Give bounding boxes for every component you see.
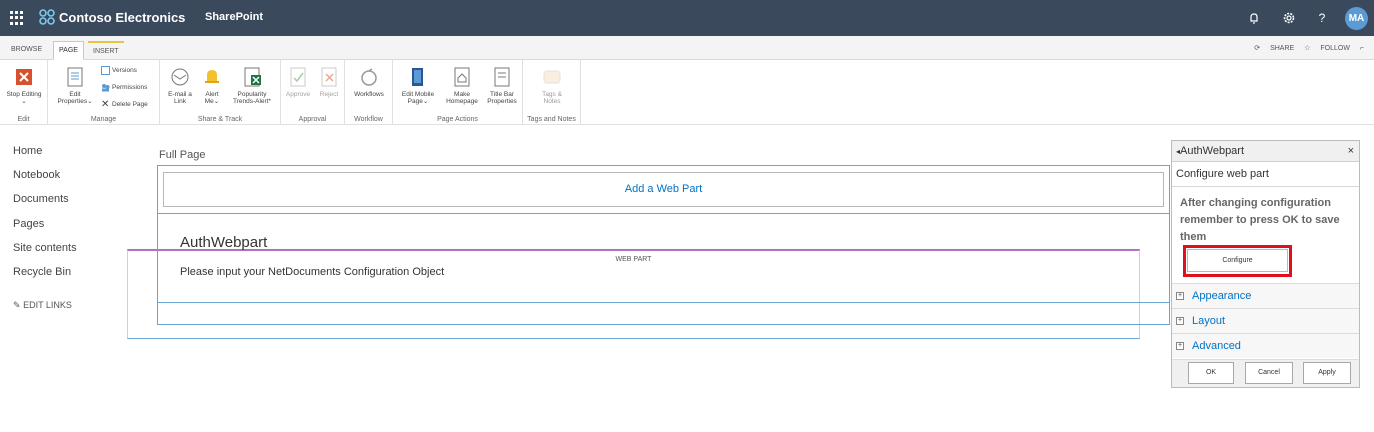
webpart-message: Please input your NetDocuments Configura… [180, 266, 445, 278]
excel-trends-icon [244, 67, 261, 87]
delete-x-icon: ✕ [101, 99, 110, 110]
ribbon-group-approval: Approve Reject Approval [281, 60, 345, 125]
ribbon-group-label: Edit [17, 116, 30, 123]
edit-properties-button[interactable]: Edit Properties⌄ [53, 66, 97, 105]
ribbon-group-tags-notes: Tags & Notes Tags and Notes [523, 60, 581, 125]
share-button[interactable]: ⟳ SHARE [1254, 45, 1294, 52]
add-web-part-button[interactable]: Add a Web Part [163, 172, 1164, 207]
notifications-icon[interactable] [1246, 10, 1262, 26]
ok-button[interactable]: OK [1188, 362, 1234, 384]
follow-button[interactable]: ☆ FOLLOW [1304, 45, 1350, 52]
ribbon-group-label: Page Actions [437, 116, 478, 123]
webpart-title: AuthWebpart [180, 234, 268, 251]
ribbon-group-label: Workflow [354, 116, 383, 123]
ribbon-tab-bar: BROWSE PAGE INSERT WEB PART [0, 36, 1374, 339]
configure-web-part-heading: Configure web part [1172, 163, 1359, 187]
make-homepage-button[interactable]: Make Homepage [441, 66, 483, 105]
zone-label: Full Page [159, 149, 206, 161]
ribbon-group-edit: Stop Editing ⌄ Edit [0, 60, 48, 125]
ribbon-group-share-track: E-mail a Link Alert Me⌄ Popularity Trends-A… [160, 60, 281, 125]
permissions-icon [102, 84, 110, 92]
title-bar-properties-icon [494, 67, 510, 87]
reject-button[interactable]: Reject [315, 66, 343, 98]
email-icon [171, 68, 189, 86]
workflows-icon [361, 68, 377, 86]
quick-launch-nav: Home Notebook Documents Pages Site conte… [13, 144, 143, 289]
tags-notes-icon [543, 70, 561, 84]
mobile-page-icon [412, 68, 423, 86]
nav-item-pages[interactable]: Pages [13, 217, 143, 241]
homepage-icon [454, 67, 470, 87]
tab-page[interactable]: PAGE [53, 41, 84, 60]
expand-plus-icon[interactable]: + [1176, 342, 1184, 350]
ribbon-group-label: Manage [90, 116, 117, 123]
pencil-icon: ✎ [13, 300, 21, 310]
versions-button[interactable]: Versions [101, 66, 137, 75]
tab-browse[interactable]: BROWSE [6, 41, 47, 60]
email-link-button[interactable]: E-mail a Link [164, 66, 196, 105]
bell-icon [205, 70, 219, 83]
section-advanced[interactable]: + Advanced [1172, 333, 1359, 358]
cancel-button[interactable]: Cancel [1245, 362, 1293, 384]
configuration-note: After changing configuration remember to… [1180, 197, 1340, 243]
workflows-button[interactable]: Workflows [349, 66, 389, 98]
ribbon: Stop Editing ⌄ Edit Edit Properties⌄ Versi… [0, 60, 1374, 125]
nav-item-recycle-bin[interactable]: Recycle Bin [13, 265, 143, 289]
title-bar-properties-button[interactable]: Title Bar Properties [483, 66, 521, 105]
ribbon-group-label: Share & Track [197, 116, 243, 123]
popularity-trends-button[interactable]: Popularity Trends-Alert* [226, 66, 278, 105]
focus-on-content-icon[interactable]: ⌐ [1360, 45, 1364, 52]
app-name[interactable]: SharePoint [205, 11, 263, 23]
auth-webpart[interactable] [157, 213, 1170, 303]
tags-notes-button[interactable]: Tags & Notes [531, 66, 573, 105]
expand-plus-icon[interactable]: + [1176, 292, 1184, 300]
reject-icon [321, 67, 337, 87]
suite-bar: Contoso Electronics SharePoint ? MA [0, 0, 1374, 36]
ribbon-group-label: Approval [298, 116, 327, 123]
tab-insert[interactable]: INSERT [88, 41, 124, 60]
stop-editing-button[interactable]: Stop Editing ⌄ [2, 66, 46, 105]
ribbon-group-workflow: Workflows Workflow [345, 60, 393, 125]
approve-button[interactable]: Approve [283, 66, 313, 98]
help-icon[interactable]: ? [1314, 10, 1330, 26]
approve-icon [290, 67, 306, 87]
section-layout[interactable]: + Layout [1172, 308, 1359, 333]
edit-links-button[interactable]: ✎ EDIT LINKS [13, 300, 72, 311]
ribbon-group-manage: Edit Properties⌄ Versions Permissions ✕ De… [48, 60, 160, 125]
expand-plus-icon[interactable]: + [1176, 317, 1184, 325]
nav-item-site-contents[interactable]: Site contents [13, 241, 143, 265]
alert-me-button[interactable]: Alert Me⌄ [197, 66, 227, 105]
ribbon-group-page-actions: Edit Mobile Page⌄ Make Homepage Title Bar P… [393, 60, 523, 125]
tool-pane-header: ◂AuthWebpart × [1172, 141, 1359, 162]
delete-page-button[interactable]: ✕ Delete Page [101, 99, 148, 110]
ribbon-group-label: Tags and Notes [527, 116, 576, 123]
contoso-logo-icon[interactable] [38, 8, 56, 26]
settings-gear-icon[interactable] [1281, 10, 1297, 26]
avatar[interactable]: MA [1345, 7, 1368, 30]
nav-item-home[interactable]: Home [13, 144, 143, 168]
nav-item-notebook[interactable]: Notebook [13, 168, 143, 192]
permissions-button[interactable]: Permissions [101, 83, 147, 92]
nav-item-documents[interactable]: Documents [13, 192, 143, 216]
close-icon[interactable]: × [1348, 141, 1354, 161]
edit-properties-icon [67, 67, 83, 87]
section-appearance[interactable]: + Appearance [1172, 283, 1359, 308]
app-launcher-icon[interactable] [8, 9, 24, 25]
edit-mobile-page-button[interactable]: Edit Mobile Page⌄ [397, 66, 439, 105]
share-follow-actions: ⟳ SHARE ☆ FOLLOW ⌐ [1246, 44, 1364, 52]
apply-button[interactable]: Apply [1303, 362, 1351, 384]
versions-icon [101, 66, 110, 75]
configure-button[interactable]: Configure [1187, 249, 1288, 272]
brand-name[interactable]: Contoso Electronics [59, 10, 185, 25]
stop-editing-icon [16, 69, 32, 85]
